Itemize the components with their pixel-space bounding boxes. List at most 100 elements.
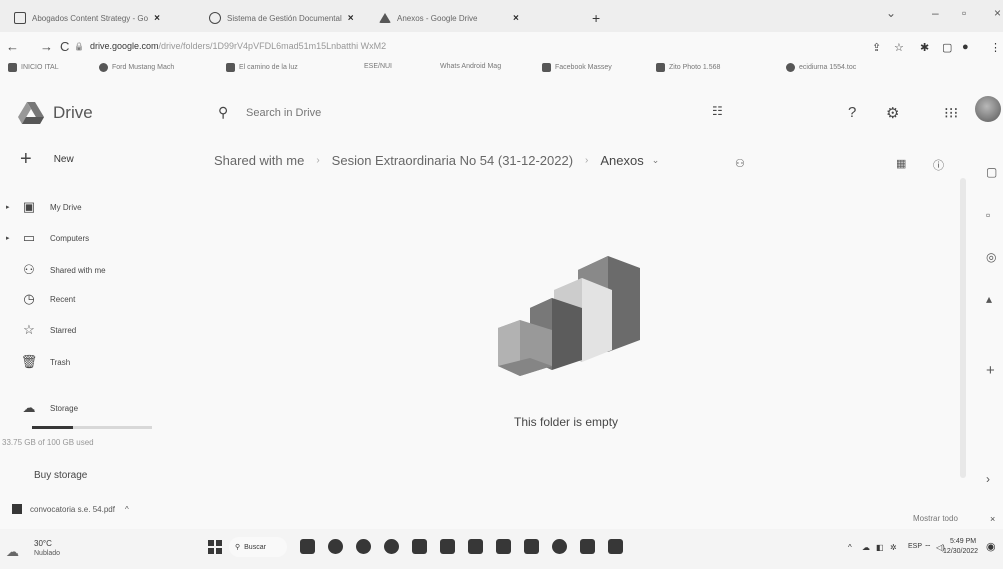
tray-icon[interactable]: ◧ (876, 543, 884, 552)
close-window-icon[interactable]: × (994, 6, 1001, 20)
breadcrumb-current[interactable]: Anexos (600, 153, 643, 168)
grid-view-icon[interactable]: ▦ (896, 157, 906, 170)
download-filename: convocatoria s.e. 54.pdf (30, 504, 115, 514)
app-icon[interactable] (468, 539, 483, 554)
bookmark-item[interactable]: Ford Mustang Mach (99, 63, 174, 72)
bookmark-item[interactable]: El camino de la luz (226, 63, 298, 72)
chat-icon[interactable] (328, 539, 343, 554)
close-icon[interactable]: × (154, 13, 160, 24)
chrome-profile-icon[interactable] (384, 539, 399, 554)
new-button[interactable]: + New (20, 148, 74, 171)
buy-storage-button[interactable]: Buy storage (34, 470, 87, 481)
notifications-icon[interactable]: ◉ (986, 540, 996, 553)
breadcrumb-item[interactable]: Sesion Extraordinaria No 54 (31-12-2022) (332, 153, 573, 168)
app-icon[interactable] (608, 539, 623, 554)
tray-icon[interactable]: ✲ (890, 543, 897, 552)
sidebar-item-shared[interactable]: ⚇ Shared with me (6, 262, 105, 278)
bookmark-item[interactable]: Zito Photo 1.568 (656, 63, 720, 72)
weather-temperature[interactable]: 30°C (34, 539, 52, 548)
sheets-icon (14, 12, 26, 24)
computer-icon: ▭ (22, 230, 36, 245)
app-icon[interactable] (440, 539, 455, 554)
url-host: drive.google.com (89, 41, 159, 51)
weather-description[interactable]: Nublado (34, 550, 60, 557)
apps-grid-icon[interactable]: ⁝⁝⁝ (944, 104, 958, 122)
app-icon[interactable] (524, 539, 539, 554)
search-icon[interactable]: ⚲ (218, 104, 228, 121)
bookmark-item[interactable]: INICIO ITAL (8, 63, 59, 72)
expand-panel-icon[interactable]: › (986, 472, 990, 486)
scrollbar[interactable] (960, 178, 966, 478)
new-tab-button[interactable]: + (592, 9, 600, 27)
tab-content-strategy[interactable]: Abogados Content Strategy - Go × (14, 9, 160, 27)
close-icon[interactable]: × (348, 13, 354, 24)
forward-icon[interactable]: → (40, 39, 53, 54)
drive-logo-icon[interactable] (18, 102, 44, 124)
keep-icon[interactable]: ▫ (986, 208, 990, 222)
app-icon[interactable] (580, 539, 595, 554)
get-addons-icon[interactable]: + (986, 362, 995, 379)
bookmark-item[interactable]: ecidiurna 1554.toc (786, 63, 856, 72)
close-icon[interactable]: × (513, 13, 519, 24)
app-icon[interactable] (412, 539, 427, 554)
chevron-right-icon: › (585, 155, 589, 166)
search-input[interactable] (246, 107, 646, 119)
show-all-button[interactable]: Mostrar todo (913, 514, 958, 523)
chevron-up-icon[interactable]: ^ (848, 543, 852, 552)
close-icon[interactable]: × (990, 514, 995, 524)
trash-icon: 🗑 (20, 354, 38, 369)
sidebar-item-trash[interactable]: 🗑 Trash (6, 354, 70, 370)
breadcrumb-item[interactable]: Shared with me (214, 153, 304, 168)
tab-anexos[interactable]: Anexos - Google Drive × (379, 9, 519, 27)
clock-time[interactable]: 5:49 PM (950, 538, 976, 545)
file-explorer-icon[interactable] (300, 539, 315, 554)
cloud-icon[interactable]: ☁ (862, 543, 870, 552)
sidebar-item-computers[interactable]: ▸ ▭ Computers (6, 230, 89, 246)
search-options-icon[interactable]: ☷ (712, 104, 723, 118)
sidebar-item-storage[interactable]: ☁ Storage (6, 400, 79, 416)
people-icon[interactable]: ⚇ (735, 157, 745, 170)
minimize-icon[interactable]: – (932, 6, 939, 20)
clock-date[interactable]: 12/30/2022 (943, 548, 978, 555)
calendar-icon[interactable]: ▢ (986, 165, 997, 179)
app-icon[interactable] (496, 539, 511, 554)
language-indicator[interactable]: ESP (908, 543, 922, 550)
wifi-icon[interactable]: ⌔ (924, 543, 932, 553)
extensions-icon[interactable]: ✱ (920, 41, 929, 54)
url-field[interactable]: 🔒 drive.google.com/drive/folders/1D99rV4p… (74, 41, 386, 51)
app-icon[interactable] (552, 539, 567, 554)
back-icon[interactable]: ← (6, 39, 19, 54)
profile-icon[interactable]: ● (962, 41, 969, 53)
sidebar-item-my-drive[interactable]: ▸ ▣ My Drive (6, 199, 82, 215)
tasks-icon[interactable]: ◎ (986, 250, 996, 264)
taskbar-search[interactable]: ⚲ Buscar (229, 537, 287, 557)
sidebar-item-recent[interactable]: ◷ Recent (6, 291, 75, 307)
menu-icon[interactable]: ⋮ (990, 41, 1001, 54)
expand-caret-icon[interactable]: ▸ (6, 234, 18, 242)
avatar[interactable] (975, 96, 1001, 122)
restore-icon[interactable]: ▫ (962, 6, 966, 20)
settings-icon[interactable]: ⚙ (886, 104, 899, 122)
bookmark-item[interactable]: Whats Android Mag (440, 63, 501, 70)
tab-gestion-documental[interactable]: Sistema de Gestión Documental × (209, 9, 354, 27)
expand-caret-icon[interactable]: ▸ (6, 203, 18, 211)
chevron-down-icon[interactable]: ⌄ (652, 155, 660, 166)
chevron-up-icon[interactable]: ^ (125, 505, 129, 514)
start-button[interactable] (208, 540, 222, 554)
help-icon[interactable]: ? (848, 104, 856, 121)
reload-icon[interactable]: C (60, 39, 69, 54)
share-icon[interactable]: ⇪ (872, 41, 881, 54)
contacts-icon[interactable]: ▴ (986, 292, 992, 306)
chrome-icon[interactable] (356, 539, 371, 554)
bookmark-item[interactable]: ESE/NUI (364, 63, 392, 70)
sidebar-item-starred[interactable]: ☆ Starred (6, 322, 76, 338)
tab-search-icon[interactable]: ⌄ (886, 6, 896, 20)
cloud-icon[interactable]: ☁ (6, 544, 19, 560)
bookmark-item[interactable]: Facebook Massey (542, 63, 612, 72)
info-icon[interactable]: ⓘ (933, 157, 944, 173)
app-title[interactable]: Drive (53, 103, 93, 123)
bookmark-star-icon[interactable]: ☆ (894, 41, 904, 54)
bookmark-icon (226, 63, 235, 72)
sidepanel-icon[interactable]: ▢ (942, 41, 952, 54)
download-item[interactable]: convocatoria s.e. 54.pdf ^ (12, 504, 129, 514)
